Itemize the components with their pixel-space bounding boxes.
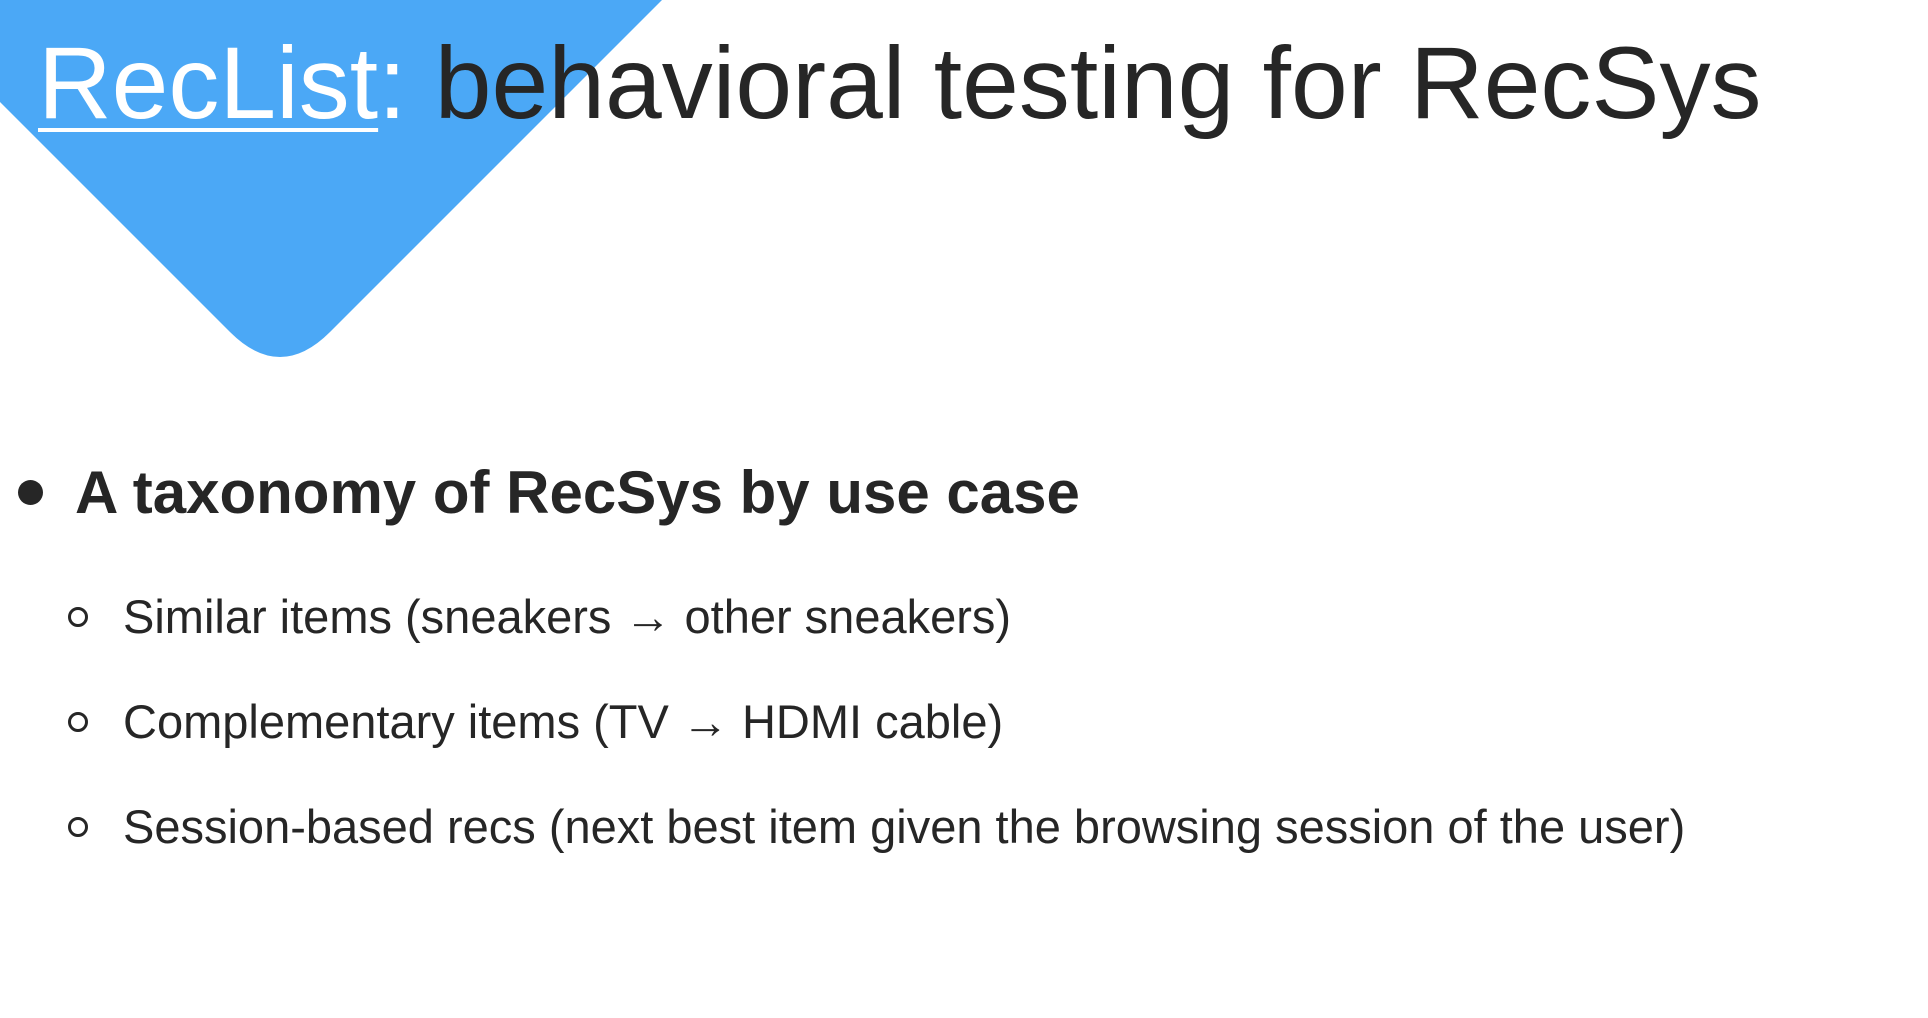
- title-colon: :: [378, 26, 407, 140]
- slide-title: RecList: behavioral testing for RecSys: [38, 22, 1761, 144]
- main-bullet: A taxonomy of RecSys by use case: [18, 458, 1080, 527]
- sub-bullet-similar-items: Similar items (sneakers → other sneakers…: [68, 589, 1011, 645]
- sub-bullet-text: Complementary items (TV → HDMI cable): [123, 695, 1004, 748]
- hollow-circle-bullet-icon: [68, 817, 88, 838]
- slide: RecList: behavioral testing for RecSys A…: [0, 0, 1928, 1018]
- main-bullet-text: A taxonomy of RecSys by use case: [75, 459, 1080, 526]
- sub-bullet-text: Similar items (sneakers → other sneakers…: [123, 590, 1012, 643]
- filled-circle-bullet-icon: [18, 480, 43, 505]
- reclist-link[interactable]: RecList: [38, 26, 378, 140]
- sub-bullet-text: Session-based recs (next best item given…: [123, 800, 1686, 853]
- hollow-circle-bullet-icon: [68, 607, 88, 628]
- title-text: behavioral testing for RecSys: [406, 26, 1762, 140]
- sub-bullet-complementary-items: Complementary items (TV → HDMI cable): [68, 694, 1003, 750]
- hollow-circle-bullet-icon: [68, 712, 88, 733]
- sub-bullet-session-based-recs: Session-based recs (next best item given…: [68, 799, 1685, 855]
